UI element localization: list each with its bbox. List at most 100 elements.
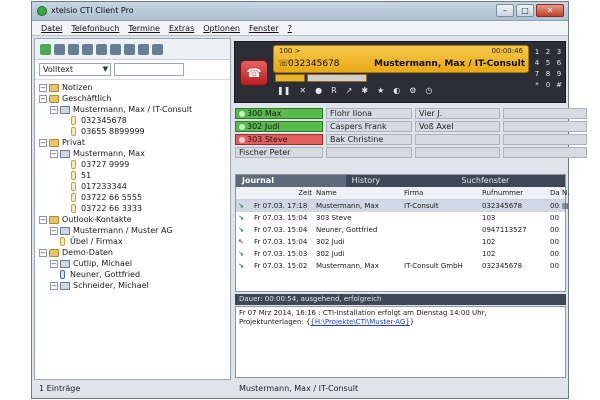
keypad-key[interactable]: 1 <box>532 47 542 57</box>
line-tab-2[interactable] <box>307 74 367 82</box>
busy-lamp-button[interactable]: Flohr Ilona <box>326 108 412 119</box>
table-row[interactable]: ↘ Fr 07.03. 17:18 Mustermann, Max IT-Consul… <box>236 200 569 212</box>
table-row[interactable]: ↘ Fr 07.03. 15:04 Neuner, Gottfried 0947113… <box>236 224 565 236</box>
conference-icon[interactable]: ✱ <box>361 86 368 95</box>
tree-node[interactable]: − Demo-Daten <box>39 247 230 258</box>
search-input[interactable] <box>114 63 184 76</box>
busy-lamp-button[interactable]: Bak Christine <box>326 134 412 145</box>
tree-node[interactable]: − Mustermann / Muster AG <box>39 225 230 236</box>
expand-toggle-icon[interactable] <box>61 194 69 202</box>
table-row[interactable]: ↖ Fr 07.03. 15:04 302 Judi 102 00:01 <box>236 236 565 248</box>
column-header[interactable]: Zeit <box>252 187 314 199</box>
expand-toggle-icon[interactable] <box>61 161 69 169</box>
pin-icon[interactable] <box>152 43 163 55</box>
busy-lamp-button[interactable]: Vier J. <box>415 108 500 119</box>
busy-lamp-button[interactable] <box>503 134 587 145</box>
tab-suchfenster[interactable]: Suchfenster <box>455 175 565 187</box>
busy-lamp-button[interactable]: 300 Max <box>235 108 323 119</box>
tree-node[interactable]: Neuner, Gottfried <box>39 269 230 280</box>
table-row[interactable]: ↘ Fr 07.03. 15:03 302 Judi 102 00:03 <box>236 248 565 260</box>
tree-node[interactable]: 03727 9999 <box>39 159 230 170</box>
tree-node[interactable]: − Cutlip, Michael <box>39 258 230 269</box>
paste-icon[interactable] <box>82 43 93 55</box>
expand-toggle-icon[interactable]: − <box>50 281 58 290</box>
busy-lamp-button[interactable]: Caspers Frank <box>326 121 412 132</box>
keypad-key[interactable]: 5 <box>543 58 553 68</box>
sync-icon[interactable] <box>138 43 149 55</box>
busy-lamp-button[interactable]: Voß Axel <box>415 121 500 132</box>
list-icon[interactable] <box>124 43 135 55</box>
add-entry-icon[interactable] <box>40 43 51 55</box>
expand-toggle-icon[interactable] <box>50 238 58 246</box>
transfer-icon[interactable]: ↗ <box>346 86 353 95</box>
menu-datei[interactable]: Datei <box>41 21 62 35</box>
busy-lamp-button[interactable]: 303 Steve <box>235 134 323 145</box>
hangup-button[interactable]: ☎ <box>240 60 268 86</box>
redial-icon[interactable]: R <box>331 86 337 95</box>
keypad-key[interactable]: 4 <box>532 58 542 68</box>
column-header[interactable]: N. <box>560 187 570 199</box>
column-header[interactable]: Firma <box>402 187 480 199</box>
tab-journal[interactable]: Journal <box>236 175 346 187</box>
minimize-button[interactable]: – <box>496 4 514 17</box>
keypad-key[interactable]: # <box>554 80 564 90</box>
search-mode-select[interactable]: Volltext ▼ <box>39 63 111 76</box>
mute-icon[interactable]: ◐ <box>393 86 400 95</box>
menu-fenster[interactable]: Fenster <box>249 21 279 35</box>
busy-lamp-button[interactable] <box>415 147 500 158</box>
busy-lamp-button[interactable]: Fischer Peter <box>235 147 323 158</box>
line-tab-1[interactable] <box>275 74 305 82</box>
pause-icon[interactable]: ❚❚ <box>277 86 290 95</box>
card-icon[interactable] <box>110 43 121 55</box>
favorite-icon[interactable]: ★ <box>377 86 384 95</box>
keypad-key[interactable]: 8 <box>543 69 553 79</box>
expand-toggle-icon[interactable]: − <box>50 226 58 235</box>
copy-icon[interactable] <box>68 43 79 55</box>
tree-node[interactable]: − Outlook-Kontakte <box>39 214 230 225</box>
keypad-key[interactable]: 9 <box>554 69 564 79</box>
expand-toggle-icon[interactable]: − <box>50 105 58 114</box>
tree-node[interactable]: 51 <box>39 170 230 181</box>
column-header[interactable]: Name <box>314 187 402 199</box>
expand-toggle-icon[interactable] <box>50 271 58 279</box>
maximize-button[interactable]: □ <box>516 4 534 17</box>
keypad-key[interactable]: * <box>532 80 542 90</box>
expand-toggle-icon[interactable] <box>61 128 69 136</box>
delete-icon[interactable] <box>54 43 65 55</box>
expand-toggle-icon[interactable]: − <box>50 259 58 268</box>
keypad-key[interactable]: 7 <box>532 69 542 79</box>
clock-icon[interactable]: ◷ <box>425 86 432 95</box>
column-header[interactable] <box>236 187 252 199</box>
expand-toggle-icon[interactable] <box>61 183 69 191</box>
record-icon[interactable]: ● <box>315 86 322 95</box>
menu-termine[interactable]: Termine <box>128 21 160 35</box>
tree-node[interactable]: 032345678 <box>39 115 230 126</box>
tree-node[interactable]: 03722 66 3333 <box>39 203 230 214</box>
expand-toggle-icon[interactable]: − <box>39 94 47 103</box>
busy-lamp-button[interactable] <box>503 108 587 119</box>
tree-node[interactable]: Übel / Firmax <box>39 236 230 247</box>
tree-node[interactable]: − Mustermann, Max <box>39 148 230 159</box>
menu-help[interactable]: ? <box>288 21 292 35</box>
busy-lamp-button[interactable] <box>415 134 500 145</box>
expand-toggle-icon[interactable] <box>61 172 69 180</box>
busy-lamp-button[interactable] <box>503 147 587 158</box>
busy-lamp-button[interactable]: 302 Judi <box>235 121 323 132</box>
expand-toggle-icon[interactable]: − <box>39 215 47 224</box>
menu-telefonbuch[interactable]: Telefonbuch <box>71 21 119 35</box>
expand-toggle-icon[interactable] <box>61 205 69 213</box>
tree-node[interactable]: − Privat <box>39 137 230 148</box>
settings-icon[interactable]: ⚙ <box>409 86 416 95</box>
hold-icon[interactable]: ✕ <box>299 86 306 95</box>
refresh-icon[interactable] <box>96 43 107 55</box>
tree-node[interactable]: 03722 66 5555 <box>39 192 230 203</box>
close-button[interactable]: ✕ <box>536 4 564 17</box>
tab-history[interactable]: History <box>346 175 456 187</box>
project-link[interactable]: {H:\Projekte\CTI\Muster-AG} <box>310 318 409 326</box>
table-row[interactable]: ↘ Fr 07.03. 15:04 303 Steve 103 00:02 <box>236 212 565 224</box>
expand-toggle-icon[interactable]: − <box>50 149 58 158</box>
tree-node[interactable]: − Schneider, Michael <box>39 280 230 291</box>
tree-node[interactable]: 03655 8899999 <box>39 126 230 137</box>
tree-node[interactable]: − Mustermann, Max / IT-Consult <box>39 104 230 115</box>
keypad-key[interactable]: 3 <box>554 47 564 57</box>
